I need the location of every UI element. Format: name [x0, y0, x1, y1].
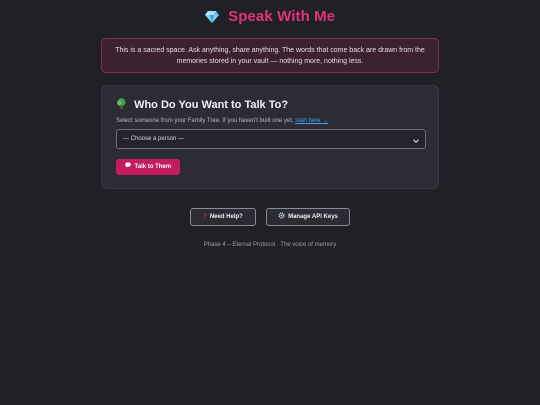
page-title-text: Speak With Me [228, 8, 336, 25]
need-help-label: Need Help? [209, 214, 243, 220]
gear-icon [278, 209, 285, 225]
person-select-card: Who Do You Want to Talk To? Select someo… [101, 85, 439, 189]
speech-bubble-icon [125, 159, 131, 175]
question-mark-icon: ? [203, 214, 207, 220]
page-title: Speak With Me [0, 8, 540, 27]
start-here-link[interactable]: start here → [295, 118, 328, 124]
card-heading-text: Who Do You Want to Talk To? [134, 99, 289, 111]
page: Speak With Me This is a sacred space. As… [0, 0, 540, 405]
person-select-value: — Choose a person — [123, 136, 185, 142]
talk-button-label: Talk to Them [134, 164, 172, 170]
manage-api-keys-label: Manage API Keys [288, 214, 338, 220]
notice-text: This is a sacred space. Ask anything, sh… [115, 47, 425, 65]
card-heading: Who Do You Want to Talk To? [116, 98, 288, 112]
chevron-down-icon [412, 135, 420, 144]
talk-to-them-button[interactable]: Talk to Them [116, 159, 180, 175]
footer-text: Phase 4 – Eternal Protocol · The voice o… [203, 242, 337, 248]
need-help-button[interactable]: ? Need Help? [190, 208, 256, 226]
card-subtitle: Select someone from your Family Tree. If… [116, 118, 328, 124]
person-select[interactable]: — Choose a person — [116, 129, 426, 149]
sacred-space-notice: This is a sacred space. Ask anything, sh… [101, 38, 439, 73]
gem-icon [204, 10, 219, 27]
tree-icon [116, 98, 127, 112]
manage-api-keys-button[interactable]: Manage API Keys [266, 208, 350, 226]
card-subtitle-text: Select someone from your Family Tree. If… [116, 118, 294, 124]
